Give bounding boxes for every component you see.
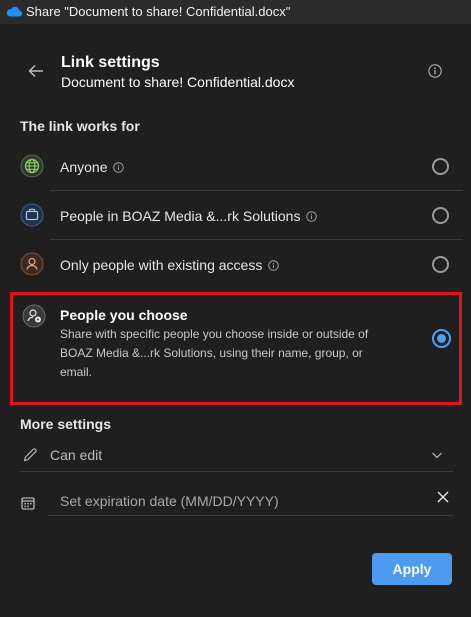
chevron-down-icon (432, 452, 442, 459)
option-label: Anyone (60, 159, 125, 175)
onedrive-cloud-icon (6, 6, 22, 17)
person-settings-icon (22, 304, 46, 328)
globe-icon (20, 154, 44, 178)
permission-dropdown[interactable]: Can edit (20, 443, 453, 471)
window-title-bar: Share "Document to share! Confidential.d… (0, 0, 471, 24)
link-works-for-heading: The link works for (20, 118, 140, 134)
option-anyone[interactable]: Anyone (10, 153, 462, 181)
option-people-in-org[interactable]: People in BOAZ Media &...rk Solutions (10, 202, 462, 230)
option-existing-access[interactable]: Only people with existing access (10, 251, 462, 279)
radio-button[interactable] (432, 158, 449, 175)
window-title: Share "Document to share! Confidential.d… (26, 4, 291, 19)
option-label: Only people with existing access (60, 257, 280, 273)
apply-button[interactable]: Apply (372, 553, 452, 585)
permission-value: Can edit (50, 447, 103, 463)
pencil-icon (23, 448, 37, 462)
document-name: Document to share! Confidential.docx (61, 74, 295, 90)
info-icon[interactable] (306, 211, 318, 222)
arrow-left-icon[interactable] (27, 62, 45, 80)
option-label: People in BOAZ Media &...rk Solutions (60, 208, 318, 224)
info-icon[interactable] (113, 162, 125, 173)
option-people-you-choose[interactable]: People you choose Share with specific pe… (10, 292, 462, 405)
calendar-icon (21, 497, 35, 510)
person-icon (20, 252, 44, 276)
expiration-date-input[interactable] (48, 486, 453, 516)
divider (50, 190, 463, 191)
radio-button[interactable] (432, 256, 449, 273)
more-settings-heading: More settings (20, 416, 112, 432)
close-icon[interactable] (436, 490, 450, 504)
page-title: Link settings (61, 54, 160, 71)
option-label: People you choose (60, 307, 188, 323)
info-icon[interactable] (268, 260, 280, 271)
option-description: Share with specific people you choose in… (60, 327, 369, 379)
divider (20, 471, 453, 472)
radio-button-selected[interactable] (432, 329, 451, 348)
briefcase-icon (20, 203, 44, 227)
radio-button[interactable] (432, 207, 449, 224)
info-icon[interactable] (428, 64, 442, 78)
divider (50, 239, 463, 240)
